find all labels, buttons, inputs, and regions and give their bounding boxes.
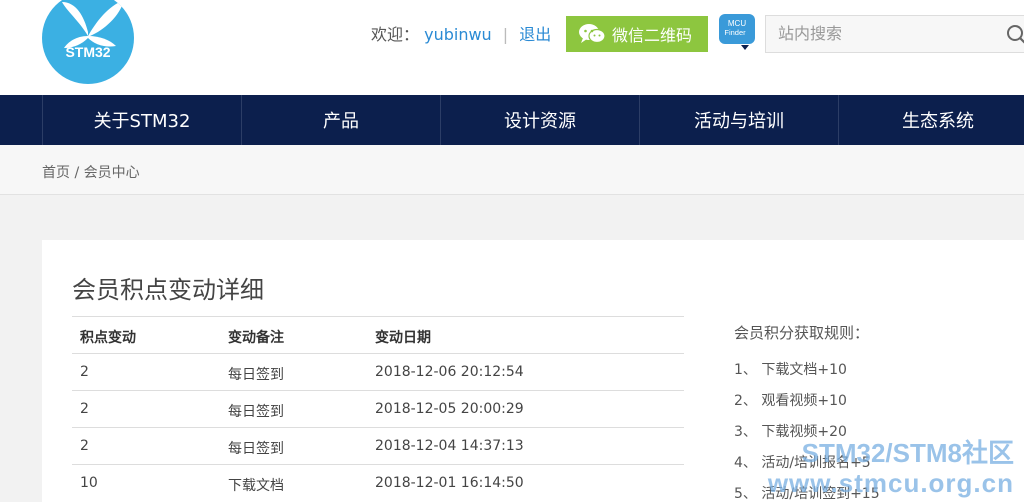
wechat-icon	[578, 23, 606, 45]
breadcrumb: 首页 / 会员中心	[42, 162, 140, 182]
site-watermark: STM32/STM8社区 www.stmcu.org.cn	[768, 438, 1014, 498]
change-note: 下载文档	[228, 478, 284, 494]
nav-item-ecosystem[interactable]: 生态系统	[838, 95, 1024, 145]
mcu-finder-line2: Finder	[724, 28, 746, 37]
table-row: 10 下载文档 2018-12-01 16:14:50	[72, 464, 684, 501]
watermark-line2: www.stmcu.org.cn	[767, 468, 1014, 498]
table-row: 2 每日签到 2018-12-04 14:37:13	[72, 427, 684, 464]
nav-item-about[interactable]: 关于STM32	[42, 95, 241, 145]
breadcrumb-current: 会员中心	[83, 165, 140, 181]
change-date: 2018-12-06 20:12:54	[375, 364, 524, 380]
table-row: 2 每日签到 2018-12-05 20:00:29	[72, 390, 684, 427]
search-input[interactable]	[778, 24, 998, 43]
nav-item-events-training[interactable]: 活动与培训	[639, 95, 838, 145]
breadcrumb-home-link[interactable]: 首页	[42, 165, 70, 181]
site-header: STM32 欢迎： yubinwu | 退出 微信二维码 MCU Finder	[0, 0, 1024, 95]
page-title: 会员积点变动详细	[72, 276, 264, 304]
change-note: 每日签到	[228, 404, 284, 420]
welcome-bar: 欢迎： yubinwu | 退出	[371, 24, 551, 46]
logo-text: STM32	[65, 44, 111, 60]
wechat-label: 微信二维码	[612, 26, 693, 45]
welcome-separator: |	[502, 25, 509, 44]
main-nav: 关于STM32 产品 设计资源 活动与培训 生态系统	[0, 95, 1024, 145]
points-change: 2	[80, 438, 89, 454]
breadcrumb-bar: 首页 / 会员中心	[0, 145, 1024, 195]
points-change: 10	[80, 475, 98, 491]
change-date: 2018-12-05 20:00:29	[375, 401, 524, 417]
nav-item-design-resources[interactable]: 设计资源	[440, 95, 639, 145]
watermark-line1: STM32/STM8社区	[801, 438, 1014, 468]
rules-title: 会员积分获取规则：	[734, 324, 870, 342]
points-table: 积点变动 变动备注 变动日期 2 每日签到 2018-12-06 20:12:5…	[72, 316, 684, 501]
wechat-qrcode-button[interactable]: 微信二维码	[566, 16, 708, 52]
rule-item: 1、 下载文档+10	[734, 362, 847, 378]
mcu-finder-line1: MCU	[728, 19, 746, 28]
table-row: 2 每日签到 2018-12-06 20:12:54	[72, 353, 684, 390]
username-link[interactable]: yubinwu	[424, 25, 492, 44]
change-date: 2018-12-04 14:37:13	[375, 438, 524, 454]
change-date: 2018-12-01 16:14:50	[375, 475, 524, 491]
welcome-label: 欢迎：	[371, 25, 420, 44]
column-header-note: 变动备注	[228, 330, 284, 346]
butterfly-icon	[62, 0, 124, 48]
points-change: 2	[80, 401, 89, 417]
table-header-row: 积点变动 变动备注 变动日期	[72, 316, 684, 353]
column-header-date: 变动日期	[375, 330, 431, 346]
rule-item: 2、 观看视频+10	[734, 393, 847, 409]
points-change: 2	[80, 364, 89, 380]
change-note: 每日签到	[228, 367, 284, 383]
mcu-finder-app-icon[interactable]: MCU Finder	[719, 14, 755, 50]
breadcrumb-separator: /	[74, 165, 80, 181]
stm32-logo[interactable]: STM32	[42, 0, 134, 84]
nav-item-products[interactable]: 产品	[241, 95, 440, 145]
change-note: 每日签到	[228, 441, 284, 457]
logout-link[interactable]: 退出	[519, 25, 551, 44]
column-header-points: 积点变动	[80, 330, 136, 346]
site-search	[765, 15, 1024, 53]
search-icon[interactable]	[1006, 24, 1024, 50]
